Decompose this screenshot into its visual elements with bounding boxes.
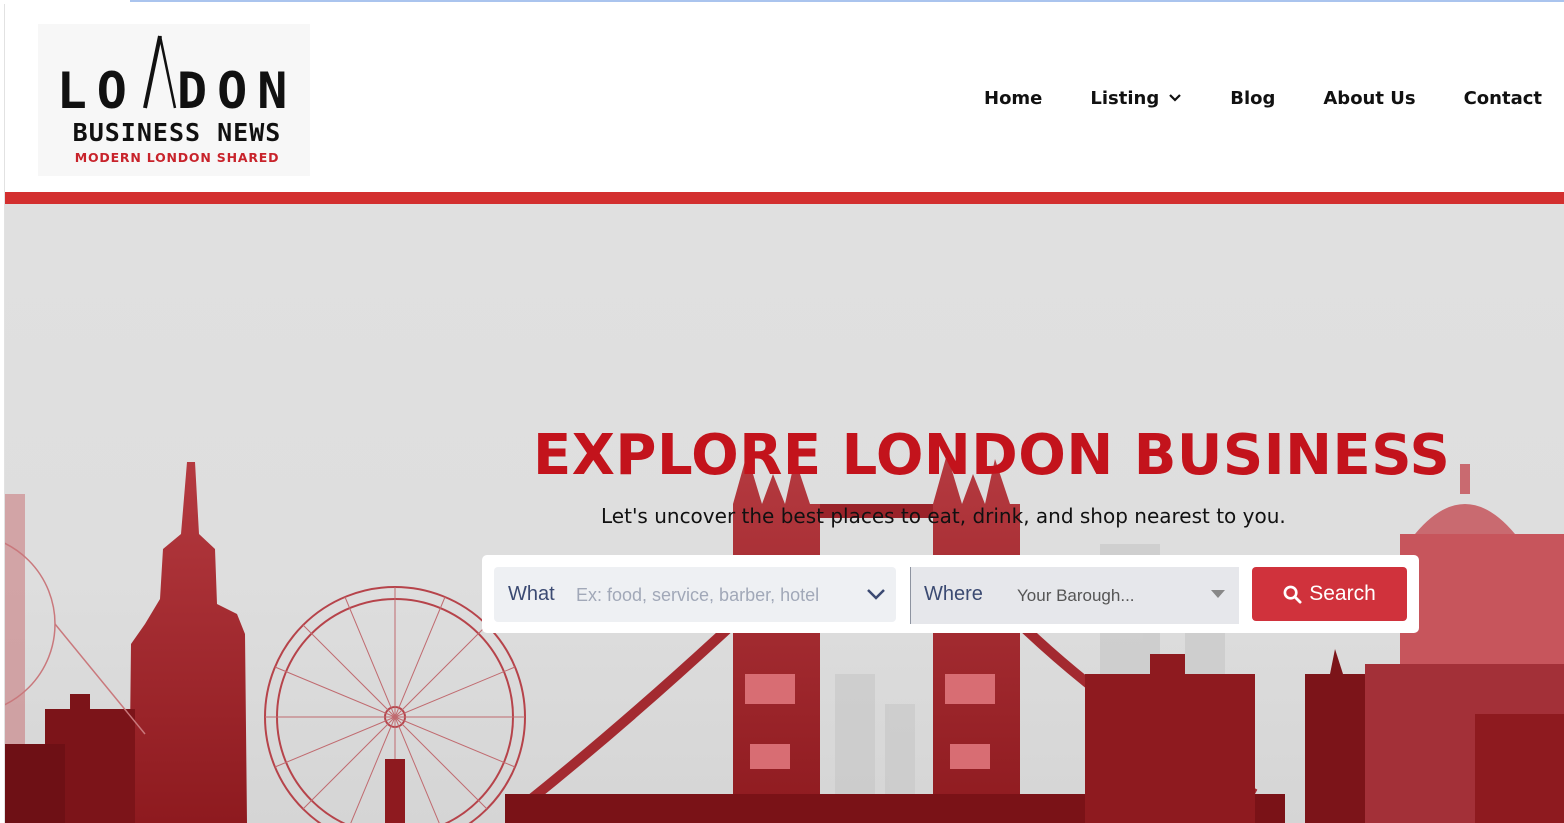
what-input[interactable] <box>574 579 858 611</box>
browser-top-line <box>130 0 1564 2</box>
nav-home-label: Home <box>984 87 1043 109</box>
main-nav: Home Listing Blog About Us Contact <box>984 86 1564 110</box>
nav-blog-label: Blog <box>1230 87 1276 109</box>
logo-tagline: MODERN LONDON SHARED <box>74 150 280 165</box>
chevron-down-icon <box>1169 94 1182 102</box>
search-button-label: Search <box>1309 582 1376 605</box>
what-label: What <box>508 583 555 605</box>
caret-down-icon <box>1211 590 1225 598</box>
page: LO DON BUSINESS NEWS MODERN LONDON SHARE… <box>4 4 1564 823</box>
hero-section: EXPLORE LONDON BUSINESS Let's uncover th… <box>5 204 1564 823</box>
nav-home[interactable]: Home <box>984 88 1042 109</box>
site-header: LO DON BUSINESS NEWS MODERN LONDON SHARE… <box>5 4 1564 192</box>
hero-title: EXPLORE LONDON BUSINESS <box>533 423 1451 488</box>
chevron-down-icon[interactable] <box>866 587 886 601</box>
what-field[interactable]: What <box>494 567 896 622</box>
nav-listing-label: Listing <box>1090 87 1160 109</box>
logo-business-news: BUSINESS NEWS <box>72 118 282 147</box>
where-selected-value: Your Barough... <box>1017 586 1135 605</box>
where-label: Where <box>924 583 983 605</box>
where-select[interactable]: Where Your Barough... <box>910 567 1239 624</box>
nav-about-label: About Us <box>1323 87 1416 109</box>
nav-contact-label: Contact <box>1463 87 1542 109</box>
search-panel: What Where Your Barough... Search <box>482 555 1419 633</box>
hero-subtitle: Let's uncover the best places to eat, dr… <box>601 504 1286 528</box>
nav-about-us[interactable]: About Us <box>1323 88 1415 109</box>
nav-listing[interactable]: Listing <box>1090 88 1182 109</box>
nav-blog[interactable]: Blog <box>1230 88 1275 109</box>
search-button[interactable]: Search <box>1252 567 1407 621</box>
nav-contact[interactable]: Contact <box>1464 88 1542 109</box>
logo-wordmark: LO DON <box>56 62 298 120</box>
site-logo[interactable]: LO DON BUSINESS NEWS MODERN LONDON SHARE… <box>38 24 310 176</box>
header-divider <box>5 192 1564 204</box>
search-icon <box>1283 585 1302 604</box>
